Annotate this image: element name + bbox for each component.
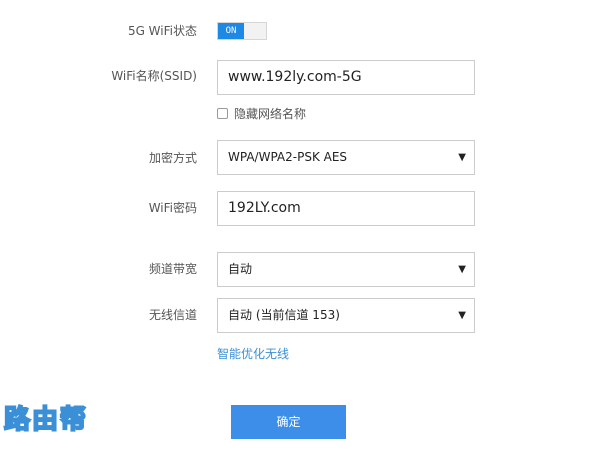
channel-value: 自动 (当前信道 153): [228, 308, 340, 322]
watermark-logo: 路由帮: [3, 404, 89, 436]
wifi-status-label: 5G WiFi状态: [127, 24, 197, 38]
password-label: WiFi密码: [148, 201, 197, 215]
optimize-wireless-link[interactable]: 智能优化无线: [217, 345, 289, 362]
caret-down-icon: ▼: [458, 152, 466, 163]
encryption-label: 加密方式: [148, 151, 197, 165]
ssid-label: WiFi名称(SSID): [111, 69, 197, 83]
wifi-status-toggle[interactable]: ON: [217, 22, 267, 40]
confirm-button[interactable]: 确定: [231, 405, 346, 439]
encryption-select[interactable]: WPA/WPA2-PSK AES ▼: [217, 140, 475, 175]
bandwidth-select[interactable]: 自动 ▼: [217, 252, 475, 287]
bandwidth-value: 自动: [228, 262, 253, 276]
wifi-settings-page: 5G WiFi状态 ON WiFi名称(SSID) www.192ly.com-…: [0, 0, 600, 450]
caret-down-icon: ▼: [458, 264, 466, 275]
encryption-value: WPA/WPA2-PSK AES: [228, 150, 348, 164]
hide-network-label: 隐藏网络名称: [234, 106, 307, 121]
hide-network-checkbox[interactable]: [217, 107, 228, 119]
channel-select[interactable]: 自动 (当前信道 153) ▼: [217, 298, 475, 333]
hide-network-row: 隐藏网络名称: [217, 105, 306, 121]
ssid-input[interactable]: www.192ly.com-5G: [217, 60, 475, 95]
password-input[interactable]: 192LY.com: [217, 191, 475, 226]
toggle-on-indicator: ON: [218, 23, 244, 39]
bandwidth-label: 频道带宽: [148, 262, 197, 276]
caret-down-icon: ▼: [458, 310, 466, 321]
channel-label: 无线信道: [148, 308, 197, 322]
